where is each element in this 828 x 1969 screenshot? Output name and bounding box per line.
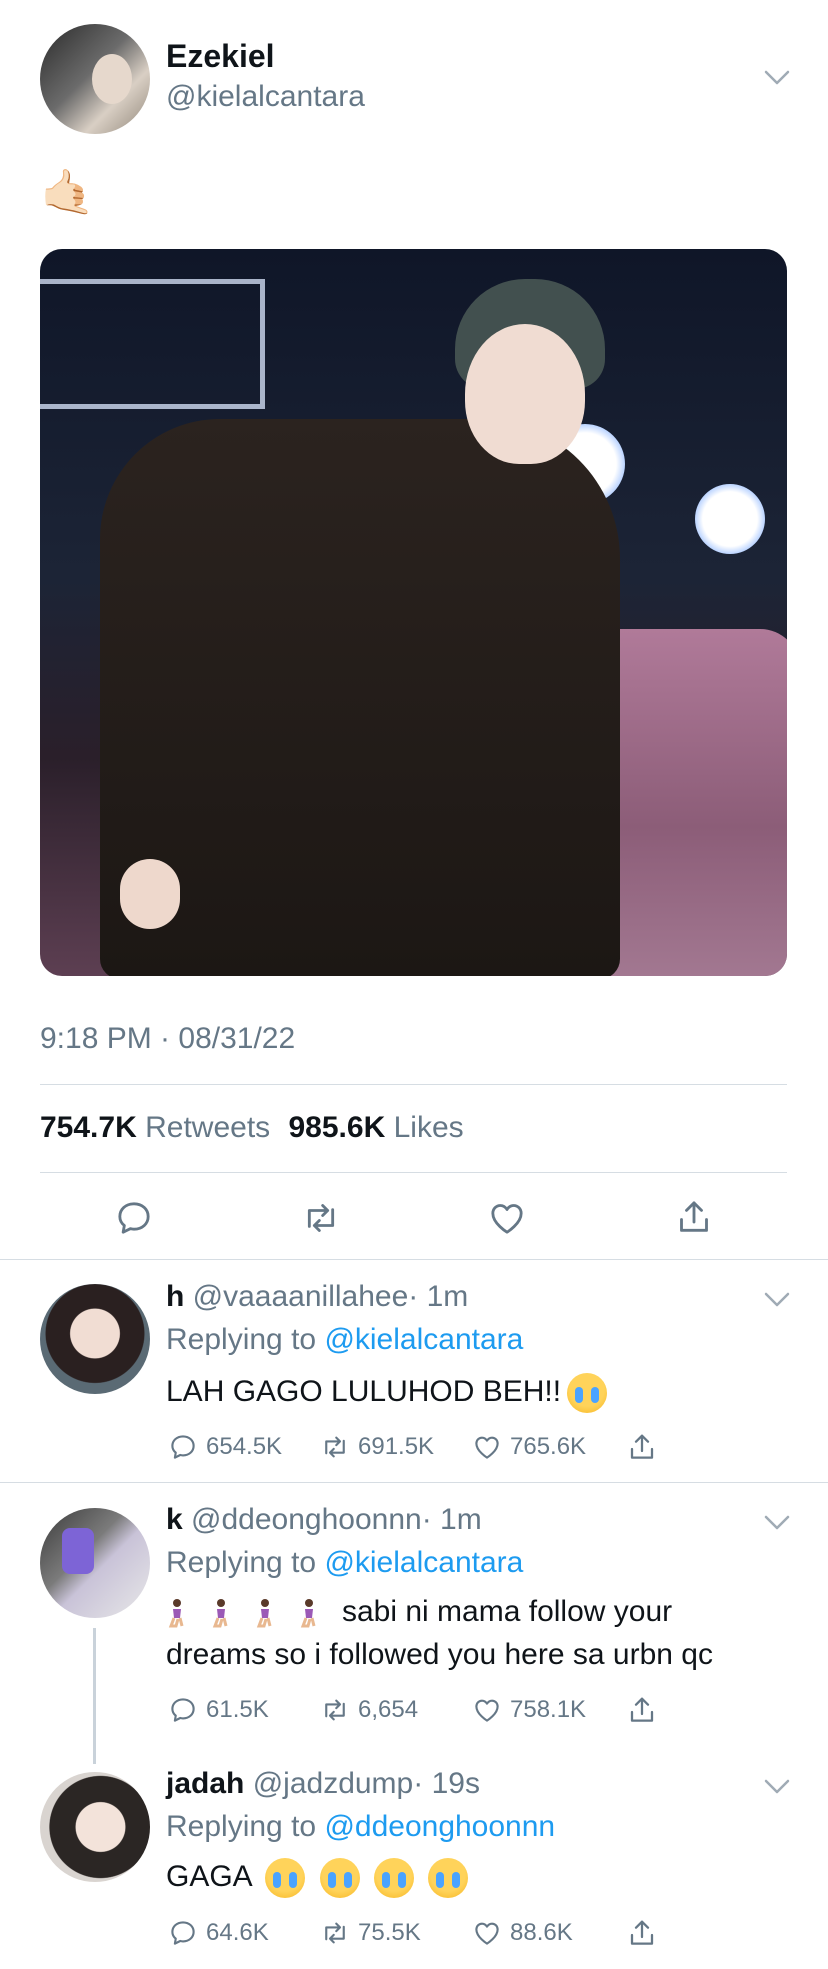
engagement-counts: 754.7K Retweets 985.6K Likes [40,1111,464,1145]
main-avatar[interactable] [40,24,150,134]
photo-light [695,484,765,554]
retweet-icon [325,1922,345,1944]
reply-time[interactable]: · 1m [422,1503,482,1536]
reply-time[interactable]: · 1m [408,1280,468,1313]
likes-count[interactable]: 985.6K [289,1111,386,1144]
like-count-value: 765.6K [510,1433,587,1460]
tweet-photo[interactable] [40,249,787,976]
chevron-down-icon[interactable] [764,1292,790,1308]
reply-text-content: LAH GAGO LULUHOD BEH!! [166,1374,562,1408]
replying-to: Replying to @kielalcantara [166,1323,523,1357]
reply-icon[interactable] [114,1198,154,1238]
reply-name[interactable]: jadah [166,1767,244,1800]
retweet-count-value: 691.5K [358,1433,435,1460]
chevron-down-icon[interactable] [764,70,790,86]
reply-count[interactable]: 61.5K [168,1695,269,1725]
reply-name[interactable]: h [166,1280,184,1313]
retweet-icon[interactable] [300,1198,342,1238]
retweet-count-value: 75.5K [358,1919,421,1946]
reply-avatar[interactable] [40,1508,150,1618]
reply-text: GAGA [166,1858,469,1898]
reply-count-value: 61.5K [206,1696,269,1723]
thread-line [93,1628,96,1764]
reply-count[interactable]: 64.6K [168,1918,269,1948]
share-icon[interactable] [626,1916,658,1950]
retweet-count[interactable]: 6,654 [320,1695,418,1725]
reply-icon [171,1921,195,1945]
share-icon[interactable] [674,1196,714,1238]
divider [0,1482,828,1483]
replying-to-link[interactable]: @kielalcantara [324,1546,523,1579]
photo-hand [120,859,180,929]
replying-prefix: Replying to [166,1323,317,1356]
retweet-count[interactable]: 75.5K [320,1918,421,1948]
like-count-value: 88.6K [510,1919,573,1946]
like-icon[interactable] [486,1198,528,1238]
like-count-value: 758.1K [510,1696,587,1723]
retweets-label[interactable]: Retweets [145,1111,270,1144]
tweet-emoji: 🤙🏻 [40,168,95,217]
photo-sign [40,279,265,409]
replying-prefix: Replying to [166,1546,317,1579]
chevron-down-icon[interactable] [764,1779,790,1795]
like-count[interactable]: 758.1K [472,1695,586,1725]
retweets-count[interactable]: 754.7K [40,1111,137,1144]
reply-name[interactable]: k [166,1503,183,1536]
reply-count-value: 654.5K [206,1433,283,1460]
like-icon [475,1922,499,1945]
reply-count-value: 64.6K [206,1919,269,1946]
divider [40,1172,787,1173]
reply-icon [171,1698,195,1722]
reply-count[interactable]: 654.5K [168,1432,282,1462]
replying-prefix: Replying to [166,1810,317,1843]
reply-handle[interactable]: @ddeonghoonnn [191,1503,422,1536]
chevron-down-icon[interactable] [764,1515,790,1531]
reply-avatar[interactable] [40,1772,150,1882]
divider [0,1259,828,1260]
like-icon [475,1436,499,1459]
display-name[interactable]: Ezekiel [166,38,275,75]
replying-to: Replying to @ddeonghoonnn [166,1810,555,1844]
kneeling-person-icon [166,1598,188,1628]
reply-text: sabi ni mama follow your [166,1595,672,1629]
share-icon[interactable] [626,1430,658,1464]
like-count[interactable]: 765.6K [472,1432,586,1462]
like-icon [475,1699,499,1722]
reply-text-line2: dreams so i followed you here sa urbn qc [166,1638,713,1671]
crying-emoji-icon [374,1858,415,1898]
crying-emoji-icon [567,1373,608,1413]
likes-label[interactable]: Likes [394,1111,464,1144]
reply-text-line1: sabi ni mama follow your [342,1595,673,1628]
retweet-icon [325,1699,345,1721]
reply-header: k @ddeonghoonnn· 1m [166,1503,482,1537]
retweet-count[interactable]: 691.5K [320,1432,434,1462]
kneeling-person-icon [210,1598,232,1628]
retweet-count-value: 6,654 [358,1696,419,1723]
reply-avatar[interactable] [40,1284,150,1394]
reply-icon [171,1435,195,1459]
reply-handle[interactable]: @vaaaanillahee [193,1280,409,1313]
reply-header: jadah @jadzdump· 19s [166,1767,480,1801]
crying-emoji-icon [265,1858,306,1898]
tweet-timestamp[interactable]: 9:18 PM · 08/31/22 [40,1022,295,1056]
like-count[interactable]: 88.6K [472,1918,573,1948]
reply-handle[interactable]: @jadzdump [253,1767,414,1800]
replying-to-link[interactable]: @ddeonghoonnn [324,1810,555,1843]
reply-header: h @vaaaanillahee· 1m [166,1280,468,1314]
kneeling-person-icon [298,1598,320,1628]
crying-emoji-icon [319,1858,360,1898]
divider [40,1084,787,1085]
handle[interactable]: @kielalcantara [166,80,365,114]
kneeling-person-icon [254,1598,276,1628]
retweet-icon [325,1436,345,1458]
reply-time[interactable]: · 19s [413,1767,480,1800]
reply-text-content: GAGA [166,1859,252,1893]
replying-to-link[interactable]: @kielalcantara [324,1323,523,1356]
crying-emoji-icon [428,1858,469,1898]
replying-to: Replying to @kielalcantara [166,1546,523,1580]
share-icon[interactable] [626,1693,658,1727]
reply-text: LAH GAGO LULUHOD BEH!! [166,1373,608,1413]
photo-figure-face [465,324,585,464]
